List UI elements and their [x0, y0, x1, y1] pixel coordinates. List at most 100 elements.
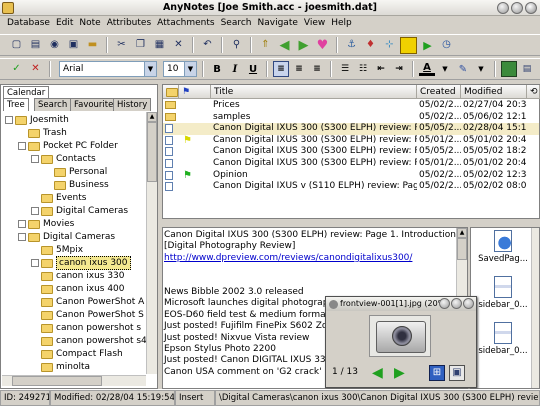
- col-header-created[interactable]: Created: [417, 85, 461, 99]
- anchor-icon[interactable]: ⚓: [343, 37, 360, 54]
- find-icon[interactable]: ⚲: [228, 37, 245, 54]
- flag-icon[interactable]: ⚑: [183, 135, 192, 147]
- align-right-button[interactable]: ≡: [309, 61, 325, 77]
- tree-vscrollbar[interactable]: ▲: [146, 112, 157, 374]
- tree-item[interactable]: Canon PowerShot A: [31, 296, 144, 308]
- collapse-icon[interactable]: [18, 233, 26, 241]
- open-button[interactable]: ◉: [46, 37, 63, 54]
- chevron-down-icon[interactable]: ▼: [184, 62, 196, 76]
- folder-icon-button[interactable]: ▬: [84, 37, 101, 54]
- cancel-x-icon[interactable]: ✕: [27, 61, 44, 78]
- outdent-button[interactable]: ⇤: [373, 61, 389, 77]
- fit-screen-icon[interactable]: ⊞: [429, 365, 445, 381]
- list-row[interactable]: Prices 05/02/2...02/27/04 20:34:...: [163, 100, 539, 112]
- attachments-scrollbar[interactable]: [531, 228, 539, 388]
- font-color-button[interactable]: A: [419, 62, 435, 76]
- tree-item[interactable]: Trash: [18, 127, 67, 139]
- tab-tree[interactable]: Tree: [3, 98, 29, 111]
- viewer-menu-icon[interactable]: [329, 300, 338, 309]
- tree-item[interactable]: Personal: [44, 166, 107, 178]
- underline-button[interactable]: U: [245, 61, 261, 77]
- highlight-color-dropdown[interactable]: ▼: [473, 61, 489, 77]
- list-row[interactable]: Canon Digital IXUS 300 (S300 ELPH) revie…: [163, 123, 539, 135]
- font-color-dropdown[interactable]: ▼: [437, 61, 453, 77]
- menu-note[interactable]: Note: [76, 16, 103, 30]
- delete-icon[interactable]: ✕: [170, 37, 187, 54]
- camera-image[interactable]: [369, 315, 431, 357]
- attachment-item[interactable]: sidebar_0...: [473, 322, 533, 356]
- menu-edit[interactable]: Edit: [53, 16, 76, 30]
- tag-icon[interactable]: ♦: [362, 37, 379, 54]
- viewer-minimize-button[interactable]: [439, 298, 450, 309]
- menu-attributes[interactable]: Attributes: [104, 16, 154, 30]
- tree-item[interactable]: canon ixus 400: [31, 283, 125, 295]
- menu-help[interactable]: Help: [328, 16, 355, 30]
- collapse-icon[interactable]: [31, 155, 39, 163]
- tree-item[interactable]: canon ixus 330: [31, 270, 125, 282]
- close-button[interactable]: [525, 2, 537, 14]
- tree-item[interactable]: canon powershot s: [31, 322, 141, 334]
- tab-search[interactable]: Search: [34, 98, 72, 111]
- tree-item[interactable]: Joesmith: [5, 114, 69, 126]
- prev-image-icon[interactable]: ◀: [372, 365, 388, 381]
- expand-icon[interactable]: [31, 207, 39, 215]
- ok-check-icon[interactable]: ✓: [8, 61, 25, 78]
- attachment-item[interactable]: SavedPag...: [473, 230, 533, 264]
- attachment-item[interactable]: sidebar_0...: [473, 276, 533, 310]
- app-icon[interactable]: [2, 2, 14, 14]
- forward-icon[interactable]: ▶: [295, 37, 312, 54]
- italic-button[interactable]: I: [227, 61, 243, 77]
- minimize-button[interactable]: [497, 2, 509, 14]
- insert-image-button[interactable]: [501, 61, 517, 77]
- tree-hscrollbar[interactable]: [2, 375, 146, 386]
- print-icon[interactable]: ▤: [519, 61, 535, 77]
- list-row[interactable]: ⚑ Canon Digital IXUS 300 (S300 ELPH) revi…: [163, 135, 539, 147]
- viewer-close-button[interactable]: [463, 298, 474, 309]
- tree-item[interactable]: Compact Flash: [31, 348, 123, 360]
- indent-button[interactable]: ⇥: [391, 61, 407, 77]
- bold-button[interactable]: B: [209, 61, 225, 77]
- up-folder-icon[interactable]: ⇑: [257, 37, 274, 54]
- list-row[interactable]: Canon Digital IXUS 300 (S300 ELPH) revie…: [163, 146, 539, 158]
- number-list-button[interactable]: ☷: [355, 61, 371, 77]
- new-folder-button[interactable]: ▤: [27, 37, 44, 54]
- tree-item[interactable]: minolta: [31, 361, 90, 373]
- tree-item[interactable]: Events: [31, 192, 86, 204]
- list-row[interactable]: samples 05/02/2...05/06/02 12:18:...: [163, 112, 539, 124]
- copy-icon[interactable]: ❐: [132, 37, 149, 54]
- clock-icon[interactable]: ◷: [438, 37, 455, 54]
- tree-item[interactable]: Contacts: [31, 153, 96, 165]
- col-header-type[interactable]: [163, 85, 179, 99]
- tree-item[interactable]: canon powershot s4: [31, 335, 146, 347]
- expand-icon[interactable]: [31, 259, 39, 267]
- attach-icon[interactable]: ⊹: [381, 37, 398, 54]
- maximize-button[interactable]: [511, 2, 523, 14]
- highlight-color-button[interactable]: ✎: [455, 61, 471, 77]
- save-button[interactable]: ▣: [65, 37, 82, 54]
- tree-item[interactable]: Digital Cameras: [18, 231, 115, 243]
- back-icon[interactable]: ◀: [276, 37, 293, 54]
- align-left-button[interactable]: ≡: [273, 61, 289, 77]
- col-header-title[interactable]: Title: [211, 85, 417, 99]
- menu-search[interactable]: Search: [218, 16, 255, 30]
- note-link[interactable]: http://www.dpreview.com/reviews/canondig…: [164, 253, 460, 264]
- collapse-icon[interactable]: [5, 116, 13, 124]
- new-note-button[interactable]: ▢: [8, 37, 25, 54]
- col-header-flag[interactable]: ⚑: [179, 85, 211, 99]
- tree-item[interactable]: Digital Cameras: [31, 205, 128, 217]
- favourite-heart-icon[interactable]: ♥: [314, 37, 331, 54]
- list-row[interactable]: ⚑ Opinion 05/02/2...05/02/02 12:34:...: [163, 170, 539, 182]
- align-center-button[interactable]: ≡: [291, 61, 307, 77]
- viewer-maximize-button[interactable]: [451, 298, 462, 309]
- menu-attachments[interactable]: Attachments: [154, 16, 217, 30]
- chevron-down-icon[interactable]: ▼: [144, 62, 156, 76]
- menu-navigate[interactable]: Navigate: [255, 16, 301, 30]
- list-row[interactable]: Canon Digital IXUS 300 (S300 ELPH) revie…: [163, 158, 539, 170]
- expand-icon[interactable]: [18, 220, 26, 228]
- paste-icon[interactable]: ▦: [151, 37, 168, 54]
- col-header-modified[interactable]: Modified: [461, 85, 527, 99]
- collapse-icon[interactable]: [18, 142, 26, 150]
- play-icon[interactable]: ▶: [419, 37, 436, 54]
- next-image-icon[interactable]: ▶: [394, 365, 410, 381]
- list-row[interactable]: Canon Digital IXUS v (S110 ELPH) review:…: [163, 181, 539, 193]
